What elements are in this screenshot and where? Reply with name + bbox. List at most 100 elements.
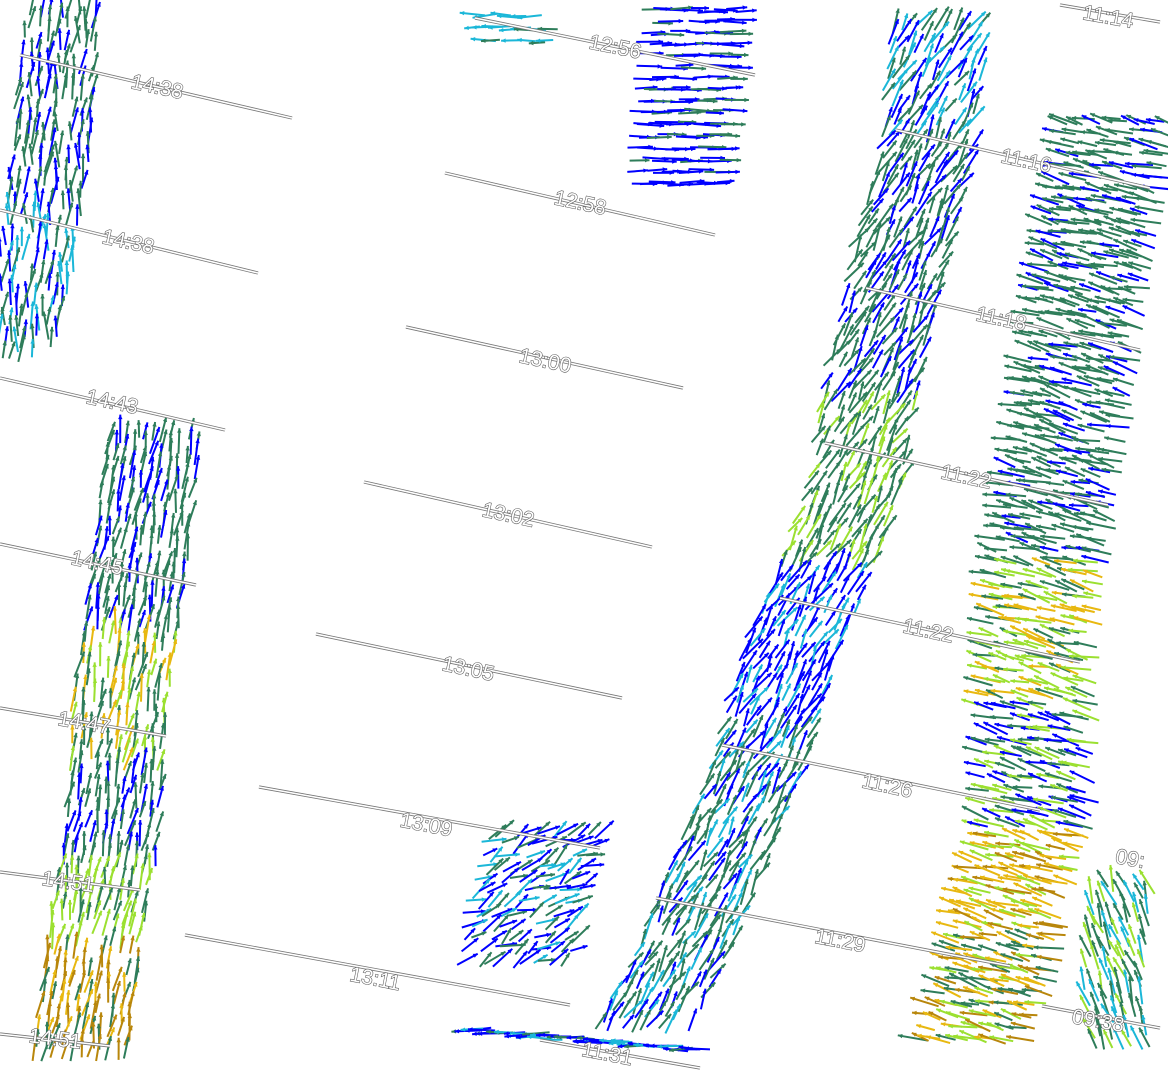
track-label-11-22-b: 11:22 (901, 615, 956, 648)
vector-arrow (91, 910, 103, 935)
vector-arrow (41, 978, 48, 1003)
vector-arrow (28, 143, 34, 165)
vector-arrow (837, 526, 854, 552)
vector-arrow (108, 620, 116, 644)
vector-arrow (1040, 534, 1066, 540)
vector-arrow (1075, 746, 1094, 755)
vector-arrow (106, 655, 111, 678)
track-label-14-38-a: 14:38 (129, 70, 185, 103)
vector-arrow (921, 143, 936, 161)
track-line-14-43: 14:43 (0, 376, 226, 432)
vector-arrow (935, 116, 942, 138)
vector-arrow (545, 847, 560, 862)
vector-arrow (1079, 948, 1088, 968)
vector-arrow (1027, 356, 1049, 361)
vector-arrow (175, 536, 180, 558)
vector-arrow (1077, 140, 1098, 148)
vector-arrow (636, 64, 663, 69)
vector-arrow (1036, 829, 1063, 842)
vector-arrow (962, 907, 987, 920)
vector-arrow (459, 11, 486, 17)
vector-arrow (961, 805, 989, 821)
vector-arrow (43, 106, 52, 131)
vector-arrow (1081, 579, 1103, 586)
vector-arrow (750, 868, 759, 896)
vector-arrow (553, 843, 569, 866)
vector-arrow (1123, 284, 1150, 290)
vector-arrow (542, 894, 558, 904)
vector-arrow (481, 837, 507, 843)
vector-arrow (1120, 1029, 1132, 1047)
vector-arrow (872, 405, 880, 424)
vector-arrow (517, 14, 542, 20)
track-label-14-51-b: 14:51 (28, 1024, 83, 1053)
vector-arrow (1134, 196, 1165, 204)
vector-arrow (1128, 992, 1137, 1017)
vector-arrow (58, 130, 65, 155)
vector-arrow (1123, 969, 1130, 993)
vector-arrow (173, 488, 178, 513)
vector-arrow (104, 1035, 113, 1061)
vector-arrow (106, 842, 113, 867)
vector-arrow (59, 898, 64, 921)
vector-arrow (1060, 137, 1080, 145)
vector-arrow (43, 73, 52, 99)
vector-arrow (493, 914, 510, 933)
vector-arrow (46, 16, 52, 42)
vector-arrow (535, 872, 556, 878)
vector-arrow (116, 1037, 121, 1060)
vector-arrow (485, 857, 504, 876)
vector-arrow (1139, 173, 1168, 179)
vector-arrow (717, 818, 730, 838)
vector-arrow (81, 988, 94, 1016)
vector-arrow (1018, 261, 1048, 273)
vector-arrow (783, 783, 798, 803)
track-label-14-43: 14:43 (84, 385, 140, 418)
vector-arrow (166, 604, 172, 633)
vector-arrow (518, 895, 540, 902)
vector-arrow (135, 925, 143, 943)
vector-arrow (127, 604, 134, 633)
vector-arrow (93, 31, 99, 51)
vector-arrow (841, 282, 851, 306)
vector-arrow (8, 341, 16, 359)
track-label-13-09: 13:09 (398, 809, 454, 842)
vector-arrow (0, 258, 10, 283)
vector-arrow (648, 991, 663, 1010)
vector-arrow (113, 527, 123, 548)
vector-arrow (118, 414, 123, 444)
vector-arrow (456, 952, 479, 966)
vector-arrow (45, 306, 52, 325)
track-line-11-14: 11:14 (1059, 1, 1161, 33)
vector-arrow (14, 178, 22, 204)
vector-arrow (480, 937, 499, 953)
vector-arrow (788, 640, 795, 660)
track-line-11-16: 11:16 (895, 128, 1151, 190)
vector-arrow (780, 573, 792, 596)
vector-arrow (1005, 435, 1028, 443)
vector-arrow (21, 233, 31, 261)
track-line-12-56: 12:56 (474, 16, 756, 77)
vector-arrow (67, 899, 73, 920)
vector-arrow (759, 723, 769, 750)
vector-arrow (1112, 150, 1133, 156)
vector-arrow (156, 673, 162, 701)
vector-arrow (27, 5, 37, 29)
vector-arrow (141, 511, 148, 535)
vector-arrow (1130, 217, 1162, 225)
vector-arrow (953, 70, 970, 86)
vector-arrow (1047, 460, 1066, 465)
track-label-14-47: 14:47 (56, 707, 112, 739)
track-label-11-18: 11:18 (974, 303, 1029, 336)
vector-arrow (54, 225, 60, 247)
vector-arrow (123, 844, 130, 866)
vector-arrow (60, 235, 70, 263)
vector-arrow (136, 420, 141, 438)
vector-arrow (92, 678, 98, 702)
track-line-13-02: 13:02 (363, 480, 653, 549)
vector-arrow (0, 236, 2, 257)
vector-arrow (1131, 873, 1145, 891)
vector-arrow (797, 514, 811, 536)
vector-arrow (1, 225, 7, 246)
vector-arrow (1085, 477, 1110, 491)
